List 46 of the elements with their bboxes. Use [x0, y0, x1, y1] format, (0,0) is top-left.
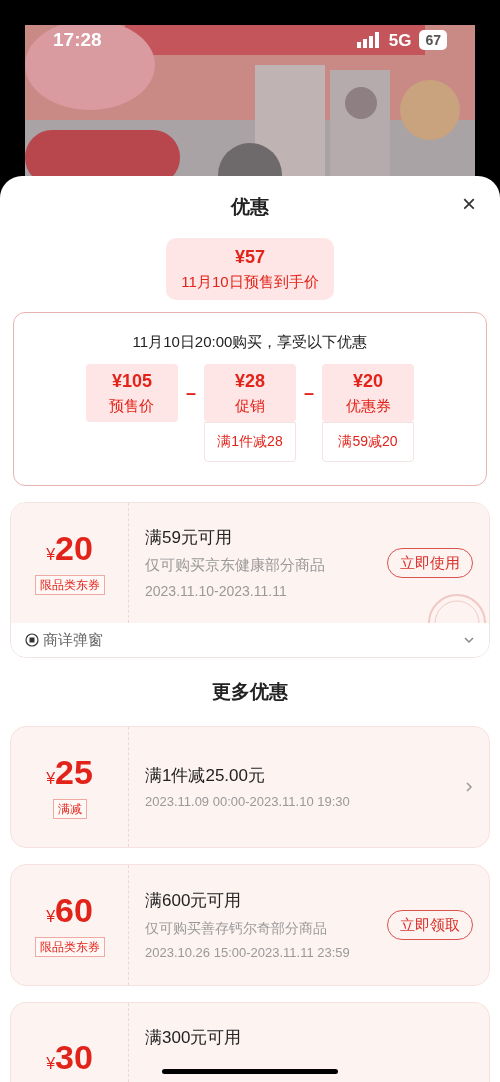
coupon-amount: 25 [55, 755, 93, 789]
minus-sign: – [186, 381, 196, 405]
network-label: 5G [388, 29, 412, 52]
coupon-title: 满1件减25.00元 [145, 764, 266, 787]
footer-label: 商详弹窗 [43, 629, 103, 650]
tile-label: 预售价 [109, 395, 155, 416]
coupon-card[interactable]: ¥25 满减 满1件减25.00元 2023.11.09 00:00-2023.11.10 19:30 [10, 726, 490, 848]
radio-icon [25, 633, 39, 647]
final-price: ¥57 [234, 246, 265, 270]
coupon-title: 满600元可用 [145, 890, 243, 912]
currency-sign: ¥ [46, 908, 56, 927]
coupon-amount: 20 [55, 531, 93, 565]
close-button[interactable]: × [462, 192, 476, 216]
tile-label: 优惠券 [345, 395, 391, 416]
tile-amount: ¥105 [111, 369, 152, 393]
currency-sign: ¥ [46, 770, 56, 789]
coupon-tag: 限品类东券 [34, 937, 105, 957]
tile-label: 促销 [235, 395, 265, 416]
coupon-description: 仅可购买京东健康部分商品 [145, 555, 326, 575]
tile-note: 满59减20 [322, 421, 414, 462]
tile-note: 满1件减28 [204, 421, 296, 462]
coupon-amount: 30 [55, 1040, 93, 1074]
status-time: 17:28 [53, 28, 102, 52]
coupon-tag: 满减 [52, 799, 87, 819]
breakdown-heading: 11月10日20:00购买，享受以下优惠 [132, 332, 368, 352]
battery-level: 67 [419, 30, 447, 51]
coupon-title: 满59元可用 [145, 526, 233, 549]
coupon-description: 仅可购买善存钙尔奇部分商品 [145, 918, 328, 938]
currency-sign: ¥ [46, 546, 56, 565]
chevron-right-icon [465, 781, 473, 793]
tile-amount: ¥20 [353, 369, 384, 393]
coupon-date: 2023.11.09 00:00-2023.11.10 19:30 [145, 793, 351, 811]
coupon-date: 2023.10.26 15:00-2023.11.11 23:59 [145, 943, 351, 962]
tile-amount: ¥28 [234, 369, 265, 393]
currency-sign: ¥ [46, 1055, 56, 1074]
coupon-title: 满300元可用 [145, 1028, 242, 1047]
coupon-date: 2023.11.10-2023.11.11 [145, 581, 288, 601]
final-price-label: 11月10日预售到手价 [181, 272, 319, 293]
coupon-amount: 60 [55, 893, 93, 927]
section-title: 更多优惠 [212, 679, 288, 704]
sheet-title: 优惠 [231, 194, 269, 219]
chevron-down-icon [463, 636, 475, 644]
coupon-tag: 限品类东券 [34, 575, 105, 595]
signal-icon [356, 32, 381, 49]
stamp-icon [427, 591, 487, 623]
minus-sign: – [304, 381, 314, 405]
